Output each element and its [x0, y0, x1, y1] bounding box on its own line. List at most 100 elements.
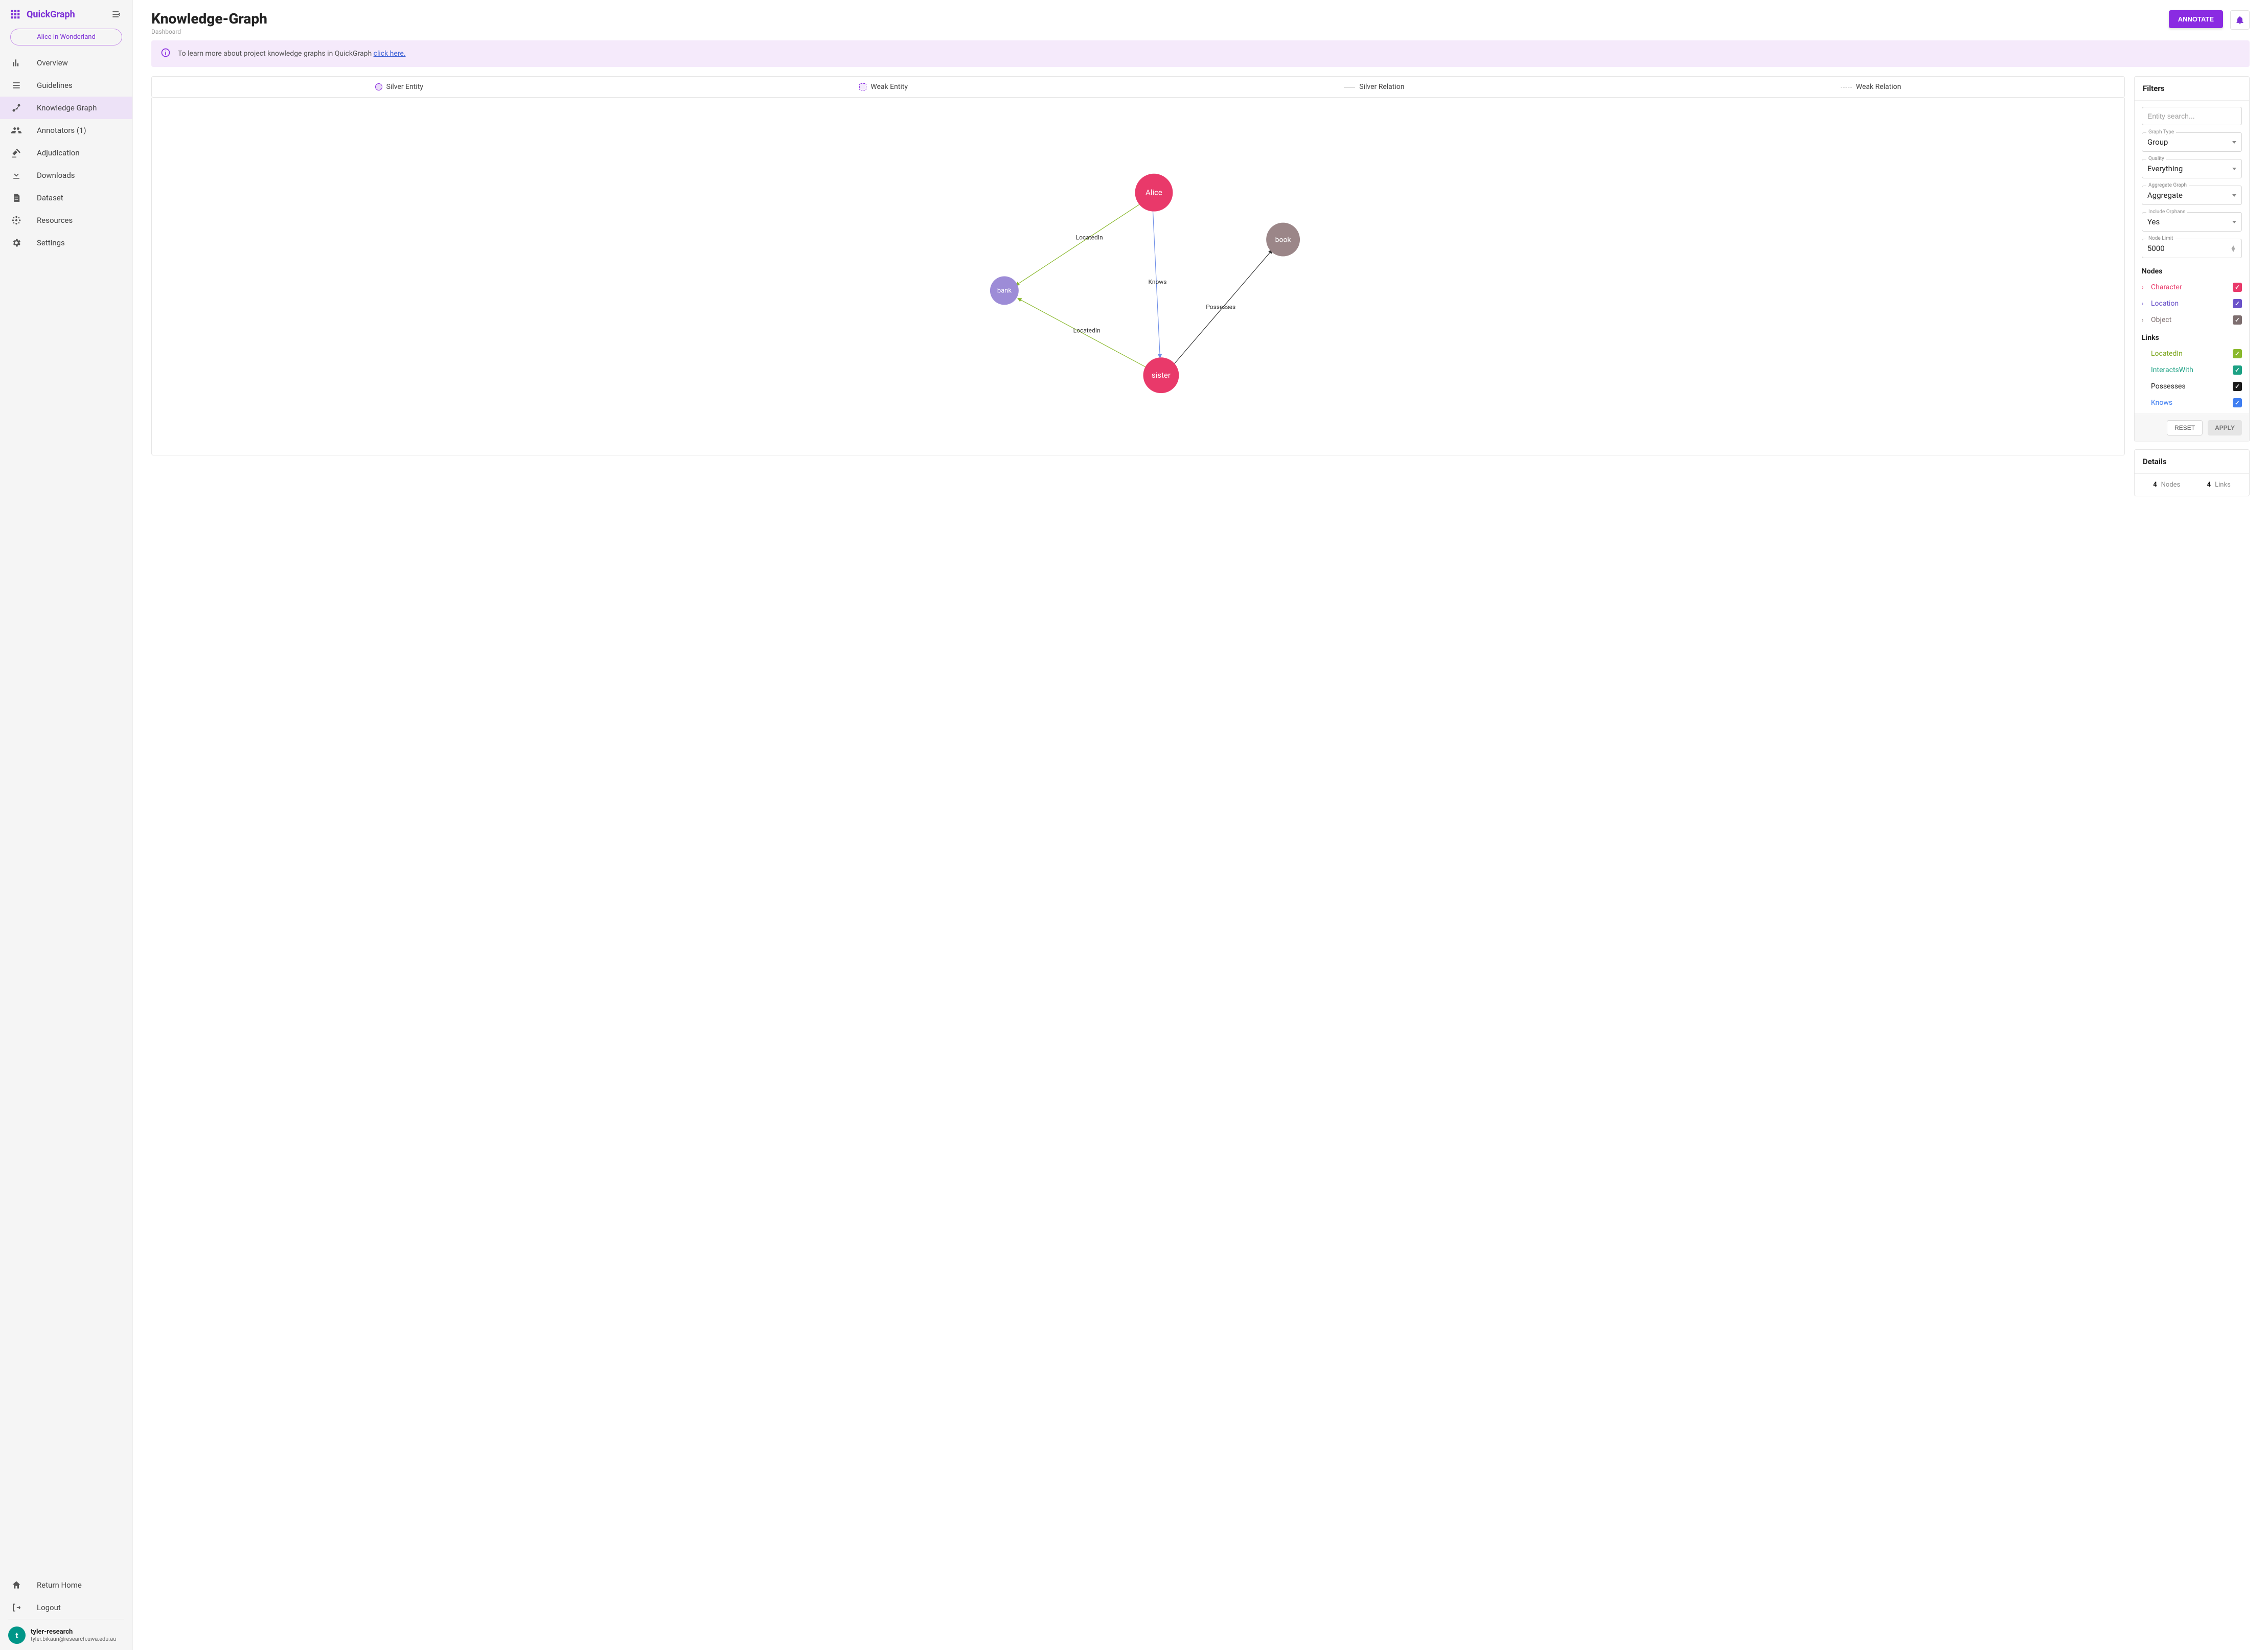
- sidebar-item-label: Downloads: [37, 171, 75, 180]
- orphans-select[interactable]: Include Orphans Yes: [2142, 212, 2242, 232]
- sidebar-item-label: Resources: [37, 216, 73, 225]
- user-email: tyler.bikaun@research.uwa.edu.au: [31, 1636, 116, 1642]
- bell-icon: [2235, 15, 2245, 25]
- sidebar-item-label: Logout: [37, 1603, 61, 1612]
- avatar: t: [8, 1626, 26, 1644]
- sidebar-item-label: Annotators (1): [37, 126, 86, 135]
- alert-link[interactable]: click here.: [374, 50, 406, 58]
- sidebar-header: QuickGraph: [0, 0, 132, 25]
- gear-icon: [10, 237, 22, 249]
- node-limit-input[interactable]: Node Limit 5000 ▲▼: [2142, 239, 2242, 258]
- details-title: Details: [2135, 450, 2249, 474]
- sidebar-item-resources[interactable]: Resources: [0, 209, 132, 232]
- node-alice[interactable]: Alice: [1135, 174, 1173, 212]
- link-filter-interactswith[interactable]: InteractsWith ✓: [2142, 365, 2242, 375]
- sidebar-item-guidelines[interactable]: Guidelines: [0, 74, 132, 97]
- legend-weak-relation: Weak Relation: [1841, 83, 1902, 91]
- edge-label-alice-bank: LocatedIn: [1076, 234, 1103, 241]
- sidebar-item-overview[interactable]: Overview: [0, 52, 132, 74]
- aggregate-select[interactable]: Aggregate Graph Aggregate: [2142, 186, 2242, 205]
- graph-svg: LocatedIn Knows LocatedIn Possesses Alic…: [152, 98, 2124, 455]
- sidebar-item-dataset[interactable]: Dataset: [0, 187, 132, 209]
- header: Knowledge-Graph Dashboard ANNOTATE: [133, 0, 2268, 40]
- link-filter-possesses[interactable]: Possesses ✓: [2142, 382, 2242, 391]
- sidebar-user[interactable]: t tyler-research tyler.bikaun@research.u…: [0, 1622, 132, 1650]
- graph-canvas[interactable]: LocatedIn Knows LocatedIn Possesses Alic…: [151, 98, 2125, 455]
- info-alert: To learn more about project knowledge gr…: [151, 40, 2250, 67]
- links-heading: Links: [2142, 334, 2242, 342]
- sidebar-item-logout[interactable]: Logout: [0, 1596, 132, 1619]
- legend-silver-relation: Silver Relation: [1344, 83, 1404, 91]
- graph-legend: Silver Entity Weak Entity Silver Relatio…: [151, 76, 2125, 98]
- checkbox-icon[interactable]: ✓: [2233, 398, 2242, 407]
- checkbox-icon[interactable]: ✓: [2233, 283, 2242, 292]
- nodes-heading: Nodes: [2142, 267, 2242, 276]
- project-pill[interactable]: Alice in Wonderland: [10, 29, 122, 45]
- graph-type-select[interactable]: Graph Type Group: [2142, 132, 2242, 152]
- brand-title: QuickGraph: [27, 9, 110, 20]
- sidebar-item-knowledge-graph[interactable]: Knowledge Graph: [0, 97, 132, 119]
- notifications-button[interactable]: [2230, 10, 2250, 30]
- sidebar-item-settings[interactable]: Settings: [0, 232, 132, 254]
- svg-text:sister: sister: [1152, 371, 1171, 380]
- sidebar-item-annotators[interactable]: Annotators (1): [0, 119, 132, 142]
- sidebar-item-label: Knowledge Graph: [37, 103, 97, 112]
- reset-button[interactable]: RESET: [2167, 420, 2203, 436]
- svg-text:Alice: Alice: [1146, 188, 1162, 197]
- checkbox-icon[interactable]: ✓: [2233, 382, 2242, 391]
- main: Knowledge-Graph Dashboard ANNOTATE To le…: [133, 0, 2268, 1650]
- info-icon: [161, 48, 171, 60]
- sidebar-item-label: Settings: [37, 238, 65, 247]
- sidebar-item-label: Dataset: [37, 193, 63, 202]
- hub-icon: [10, 214, 22, 226]
- chevron-down-icon: [2232, 168, 2236, 170]
- chevron-right-icon: ›: [2142, 316, 2148, 324]
- filters-panel: Filters Graph Type Group Quality Everyth…: [2134, 76, 2250, 496]
- link-filter-locatedin[interactable]: LocatedIn ✓: [2142, 349, 2242, 358]
- sidebar-item-label: Adjudication: [37, 148, 80, 157]
- sidebar-item-adjudication[interactable]: Adjudication: [0, 142, 132, 164]
- legend-weak-entity: Weak Entity: [859, 83, 908, 91]
- checkbox-icon[interactable]: ✓: [2233, 349, 2242, 358]
- edge-alice-bank[interactable]: [1016, 202, 1143, 286]
- sidebar-item-downloads[interactable]: Downloads: [0, 164, 132, 187]
- node-book[interactable]: book: [1266, 223, 1300, 257]
- people-icon: [10, 124, 22, 136]
- sidebar-item-return-home[interactable]: Return Home: [0, 1574, 132, 1596]
- document-icon: [10, 192, 22, 204]
- chevron-right-icon: ›: [2142, 300, 2148, 307]
- quality-select[interactable]: Quality Everything: [2142, 159, 2242, 178]
- svg-text:book: book: [1275, 236, 1292, 244]
- checkbox-icon[interactable]: ✓: [2233, 299, 2242, 308]
- checkbox-icon[interactable]: ✓: [2233, 365, 2242, 375]
- sidebar-item-label: Guidelines: [37, 81, 73, 90]
- logout-icon: [10, 1601, 22, 1614]
- node-sister[interactable]: sister: [1143, 357, 1179, 393]
- node-bank[interactable]: bank: [990, 277, 1019, 305]
- filters-title: Filters: [2135, 77, 2249, 101]
- download-icon: [10, 169, 22, 181]
- logo-icon: [10, 9, 20, 19]
- node-filter-character[interactable]: › Character ✓: [2142, 283, 2242, 292]
- legend-silver-entity: Silver Entity: [375, 83, 423, 91]
- chevron-down-icon: [2232, 194, 2236, 197]
- page-title: Knowledge-Graph: [151, 10, 267, 27]
- bar-chart-icon: [10, 57, 22, 69]
- sidebar-item-label: Overview: [37, 58, 68, 67]
- link-filter-knows[interactable]: Knows ✓: [2142, 398, 2242, 407]
- graph-icon: [10, 102, 22, 114]
- svg-text:bank: bank: [997, 287, 1012, 294]
- sidebar: QuickGraph Alice in Wonderland Overview …: [0, 0, 133, 1650]
- node-filter-object[interactable]: › Object ✓: [2142, 315, 2242, 325]
- user-name: tyler-research: [31, 1628, 116, 1636]
- chevron-right-icon: ›: [2142, 284, 2148, 291]
- list-icon: [10, 79, 22, 91]
- checkbox-icon[interactable]: ✓: [2233, 315, 2242, 325]
- node-filter-location[interactable]: › Location ✓: [2142, 299, 2242, 308]
- gavel-icon: [10, 147, 22, 159]
- chevron-down-icon: [2232, 221, 2236, 223]
- annotate-button[interactable]: ANNOTATE: [2169, 10, 2223, 28]
- apply-button[interactable]: APPLY: [2208, 420, 2242, 436]
- sidebar-collapse-button[interactable]: [110, 8, 122, 20]
- entity-search-input[interactable]: [2142, 107, 2242, 125]
